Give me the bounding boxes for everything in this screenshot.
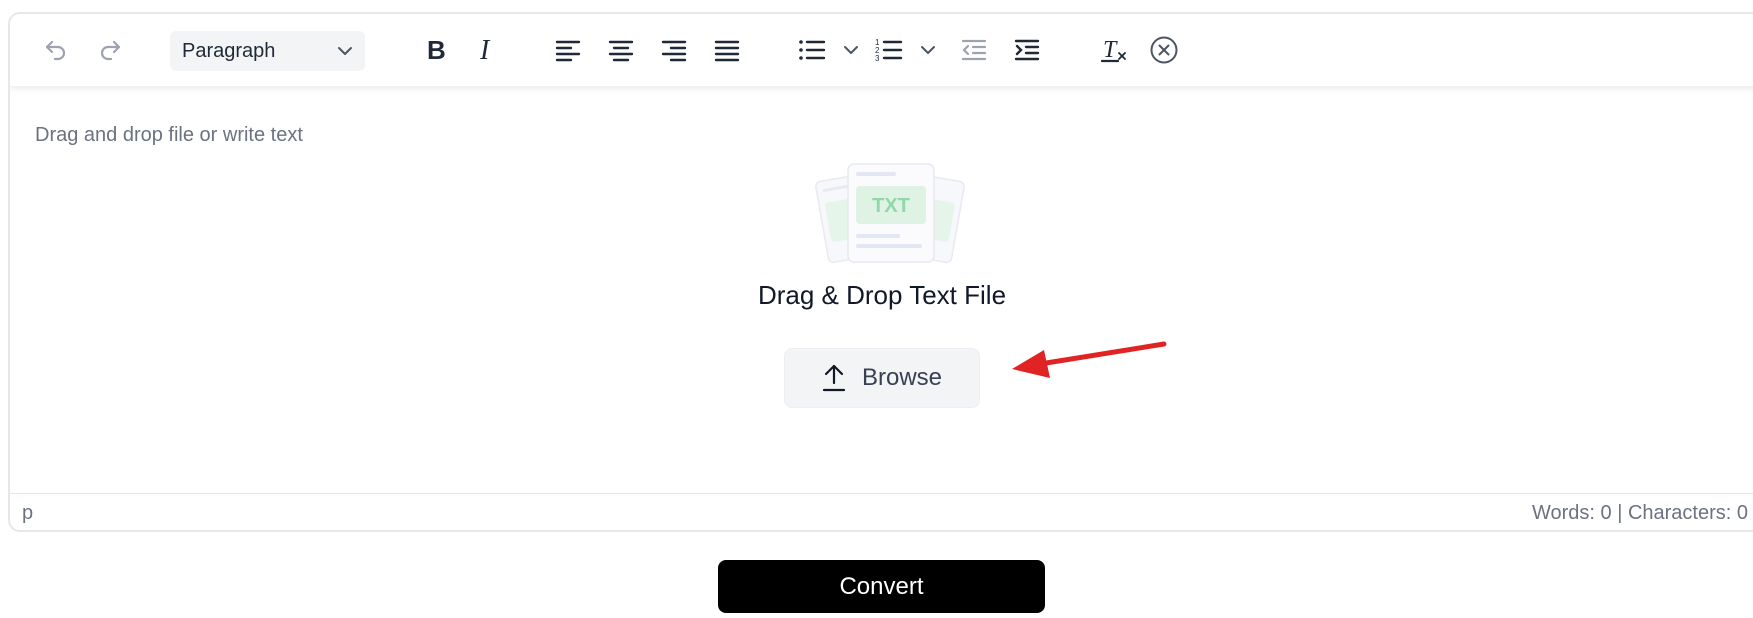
outdent-button[interactable] bbox=[954, 32, 994, 68]
editor-content-area[interactable]: Drag and drop file or write text TXT Dra… bbox=[10, 86, 1753, 496]
word-character-count: Words: 0 | Characters: 0 bbox=[1531, 502, 1748, 524]
close-circle-icon bbox=[1150, 36, 1178, 64]
numbered-list-icon: 1 2 3 bbox=[875, 38, 903, 63]
svg-text:T: T bbox=[1103, 37, 1118, 63]
numbered-list-button[interactable]: 1 2 3 bbox=[869, 32, 909, 68]
editor-statusbar: p Words: 0 | Characters: 0 bbox=[10, 493, 1753, 530]
italic-button[interactable]: I bbox=[467, 32, 507, 68]
numbered-list-dropdown[interactable] bbox=[915, 32, 941, 68]
clear-formatting-button[interactable]: T bbox=[1094, 32, 1134, 68]
browse-button-label: Browse bbox=[861, 364, 943, 391]
bullet-list-button[interactable] bbox=[792, 32, 832, 68]
chevron-down-icon bbox=[338, 47, 352, 55]
illustration-label: TXT bbox=[872, 195, 910, 217]
editor-toolbar: Paragraph B I 1 2 3 T bbox=[10, 14, 1753, 86]
align-justify-icon bbox=[714, 40, 740, 62]
remove-content-button[interactable] bbox=[1144, 32, 1184, 68]
redo-button[interactable] bbox=[90, 32, 130, 68]
redo-icon bbox=[100, 40, 121, 61]
text-file-illustration-icon: TXT bbox=[815, 163, 965, 264]
align-left-button[interactable] bbox=[548, 32, 588, 68]
svg-text:B: B bbox=[427, 37, 446, 63]
align-center-button[interactable] bbox=[601, 32, 641, 68]
svg-text:I: I bbox=[479, 37, 491, 63]
clear-formatting-icon: T bbox=[1100, 37, 1126, 63]
undo-icon bbox=[45, 40, 66, 61]
upload-icon bbox=[822, 364, 846, 392]
block-format-value: Paragraph bbox=[182, 39, 276, 62]
align-right-button[interactable] bbox=[654, 32, 694, 68]
chevron-down-icon bbox=[921, 46, 935, 54]
rich-text-editor: Paragraph B I 1 2 3 T Drag and drop file… bbox=[8, 12, 1753, 532]
indent-icon bbox=[1014, 39, 1040, 61]
align-center-icon bbox=[608, 40, 634, 62]
bullet-list-dropdown[interactable] bbox=[838, 32, 864, 68]
undo-button[interactable] bbox=[36, 32, 76, 68]
italic-icon: I bbox=[479, 37, 491, 63]
drop-zone-title: Drag & Drop Text File bbox=[757, 280, 1007, 310]
convert-button[interactable]: Convert bbox=[718, 560, 1045, 613]
bullet-list-icon bbox=[799, 40, 826, 60]
browse-button[interactable]: Browse bbox=[784, 348, 980, 408]
align-justify-button[interactable] bbox=[707, 32, 747, 68]
editor-placeholder: Drag and drop file or write text bbox=[35, 124, 303, 146]
chevron-down-icon bbox=[844, 46, 858, 54]
indent-button[interactable] bbox=[1007, 32, 1047, 68]
align-right-icon bbox=[661, 40, 687, 62]
svg-text:3: 3 bbox=[875, 54, 880, 63]
bold-button[interactable]: B bbox=[415, 32, 455, 68]
bold-icon: B bbox=[427, 37, 446, 63]
red-arrow-annotation-icon bbox=[1012, 341, 1167, 378]
element-path[interactable]: p bbox=[22, 502, 33, 525]
align-left-icon bbox=[555, 40, 581, 62]
block-format-select[interactable]: Paragraph bbox=[170, 31, 365, 71]
outdent-icon bbox=[961, 39, 987, 61]
